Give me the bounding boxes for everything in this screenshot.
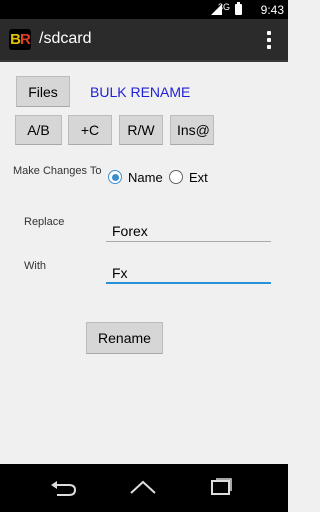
status-bar: 3G 9:43 [0, 0, 288, 19]
bulk-rename-link[interactable]: BULK RENAME [90, 84, 190, 100]
name-radio-label[interactable]: Name [128, 170, 163, 185]
name-radio[interactable] [108, 170, 122, 184]
app-title: /sdcard [39, 30, 92, 47]
with-input[interactable]: Fx [106, 262, 271, 284]
replace-input[interactable]: Forex [106, 220, 271, 242]
ext-radio[interactable] [169, 170, 183, 184]
action-bar: BR /sdcard [0, 19, 288, 62]
replace-label: Replace [24, 216, 65, 228]
app-logo[interactable]: BR [9, 29, 31, 50]
with-label: With [24, 260, 46, 272]
rename-button[interactable]: Rename [86, 322, 163, 354]
add-c-button[interactable]: +C [68, 115, 112, 145]
make-changes-label: Make Changes To [13, 165, 102, 177]
signal-icon [211, 4, 222, 15]
ab-button[interactable]: A/B [15, 115, 62, 145]
overflow-menu-icon[interactable] [267, 31, 272, 49]
back-icon[interactable] [49, 478, 79, 498]
insert-at-button[interactable]: Ins@ [170, 115, 214, 145]
ext-radio-label[interactable]: Ext [189, 170, 208, 185]
navigation-bar [0, 464, 288, 512]
files-button[interactable]: Files [16, 76, 70, 107]
clock: 9:43 [260, 3, 284, 17]
home-icon[interactable] [128, 478, 158, 498]
battery-icon [235, 2, 242, 15]
recent-apps-icon[interactable] [206, 478, 236, 498]
rw-button[interactable]: R/W [119, 115, 163, 145]
